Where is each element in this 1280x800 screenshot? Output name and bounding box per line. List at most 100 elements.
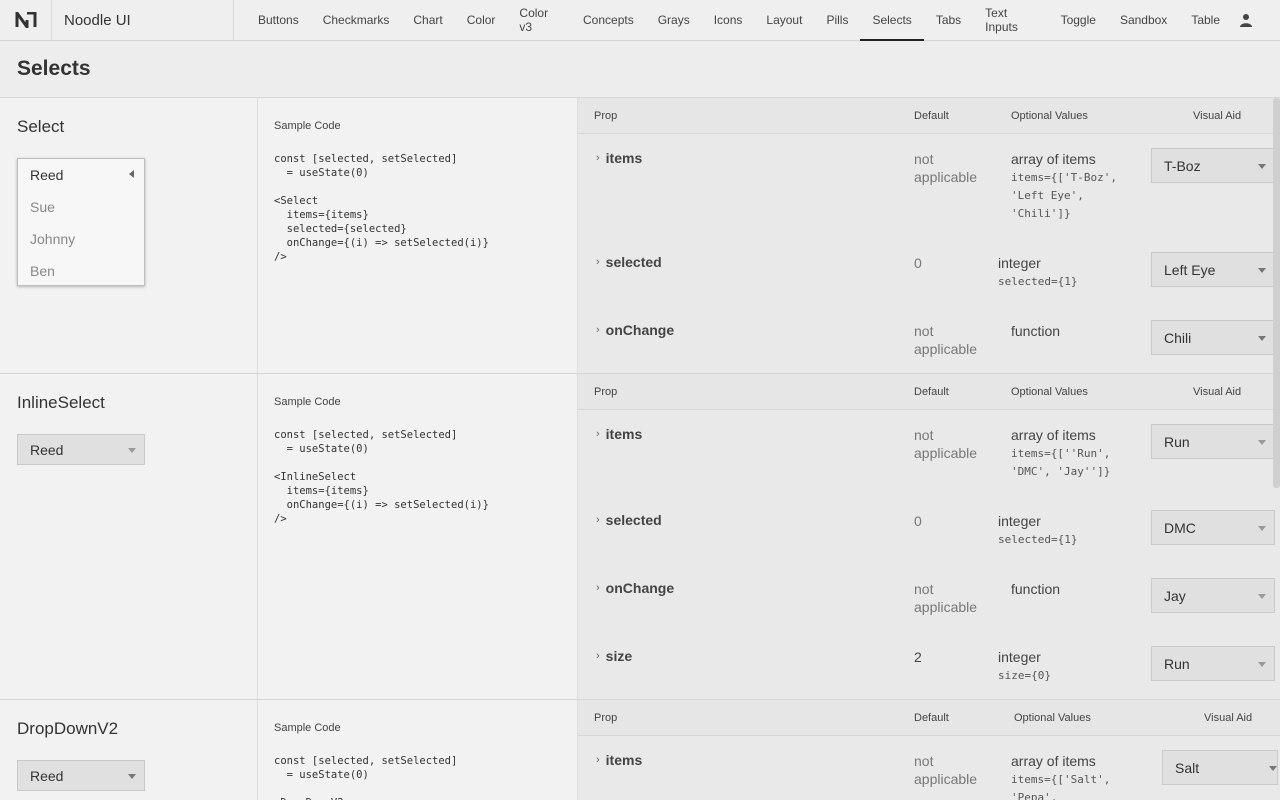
header-visual: Visual Aid (1193, 386, 1242, 398)
tab-grays[interactable]: Grays (646, 0, 702, 40)
prop-name[interactable]: › selected (596, 512, 662, 528)
section-dropdown-v2: DropDownV2 Reed Sample Code const [selec… (0, 700, 1280, 800)
prop-optional: integer selected={1} (998, 513, 1078, 546)
section-select: Select Reed Sue Johnny Ben Sample Code c… (0, 98, 1280, 374)
chevron-right-icon[interactable]: › (596, 428, 600, 440)
select-option[interactable]: Ben (18, 255, 144, 287)
tab-buttons[interactable]: Buttons (246, 0, 311, 40)
props-header: Prop Default Optional Values Visual Aid (578, 98, 1280, 134)
visual-aid-inline-select[interactable]: Run (1151, 424, 1275, 459)
select-option[interactable]: Johnny (18, 223, 144, 255)
caret-down-icon (1258, 662, 1266, 667)
user-icon[interactable] (1232, 0, 1260, 40)
props-table: Prop Default Optional Values Visual Aid … (578, 700, 1280, 800)
visual-aid-dropdown[interactable]: Left Eye (1151, 252, 1275, 287)
prop-default: 0 (914, 255, 922, 271)
visual-aid-inline-select[interactable]: DMC (1151, 510, 1275, 545)
chevron-right-icon[interactable]: › (596, 324, 600, 336)
props-table: Prop Default Optional Values Visual Aid … (578, 374, 1280, 699)
chevron-right-icon[interactable]: › (596, 754, 600, 766)
props-table: Prop Default Optional Values Visual Aid … (578, 98, 1280, 373)
header-visual: Visual Aid (1193, 110, 1242, 122)
chevron-right-icon[interactable]: › (596, 152, 600, 164)
inline-select[interactable]: Reed (17, 434, 145, 465)
visual-aid-inline-select[interactable]: Jay (1151, 578, 1275, 613)
visual-aid-dropdown[interactable]: Chili (1151, 320, 1275, 355)
prop-optional: integer size={0} (998, 649, 1051, 682)
prop-optional: array of items items={['T-Boz', 'Left Eye… (1011, 151, 1117, 220)
component-title: Select (17, 117, 65, 136)
caret-down-icon (128, 774, 136, 779)
prop-optional: array of items items={[''Run', 'DMC', 'Ja… (1011, 427, 1111, 478)
tab-concepts[interactable]: Concepts (571, 0, 646, 40)
tab-checkmarks[interactable]: Checkmarks (311, 0, 402, 40)
page-header: Selects (0, 41, 1280, 98)
section-inline-select: InlineSelect Reed Sample Code const [sel… (0, 374, 1280, 700)
select-option[interactable]: Reed (18, 159, 144, 191)
prop-default: 2 (914, 649, 922, 665)
prop-name[interactable]: › onChange (596, 580, 674, 596)
code-column: Sample Code const [selected, setSelected… (258, 98, 578, 373)
tab-toggle[interactable]: Toggle (1049, 0, 1108, 40)
tab-tabs[interactable]: Tabs (924, 0, 973, 40)
tab-icons[interactable]: Icons (702, 0, 755, 40)
chevron-right-icon[interactable]: › (596, 650, 600, 662)
sample-code-label: Sample Code (274, 120, 341, 132)
prop-default: not applicable (914, 581, 978, 615)
dropdown-v2[interactable]: Reed (17, 760, 145, 791)
select-listbox[interactable]: Reed Sue Johnny Ben (17, 158, 145, 286)
visual-aid-dropdown[interactable]: Salt (1162, 750, 1278, 785)
caret-down-icon (1258, 336, 1266, 341)
caret-down-icon (1258, 526, 1266, 531)
tab-color-v3[interactable]: Color v3 (507, 0, 571, 40)
noodle-logo-icon[interactable] (0, 0, 52, 40)
header-optional: Optional Values (1011, 110, 1088, 122)
tab-layout[interactable]: Layout (754, 0, 814, 40)
caret-down-icon (128, 448, 136, 453)
prop-optional: array of items items={['Salt', 'Pepa', (1011, 753, 1111, 800)
tab-color[interactable]: Color (455, 0, 508, 40)
select-option[interactable]: Sue (18, 191, 144, 223)
top-nav: Noodle UI Buttons Checkmarks Chart Color… (0, 0, 1280, 41)
code-column: Sample Code const [selected, setSelected… (258, 374, 578, 699)
header-default: Default (914, 110, 949, 122)
page-title: Selects (17, 57, 91, 80)
sample-code-label: Sample Code (274, 396, 341, 408)
header-optional: Optional Values (1011, 386, 1088, 398)
prop-name[interactable]: › items (596, 752, 642, 768)
collapse-arrow-icon[interactable] (129, 170, 134, 178)
tab-chart[interactable]: Chart (401, 0, 454, 40)
prop-default: not applicable (914, 753, 978, 787)
header-prop: Prop (594, 386, 618, 398)
prop-name[interactable]: › onChange (596, 322, 674, 338)
prop-default: 0 (914, 513, 922, 529)
prop-optional: function (1011, 581, 1061, 597)
chevron-right-icon[interactable]: › (596, 582, 600, 594)
component-column: DropDownV2 Reed (0, 700, 258, 800)
component-title: InlineSelect (17, 393, 105, 412)
scrollbar[interactable] (1273, 98, 1280, 488)
props-header: Prop Default Optional Values Visual Aid (578, 700, 1280, 736)
chevron-right-icon[interactable]: › (596, 514, 600, 526)
tab-selects[interactable]: Selects (860, 0, 925, 41)
prop-default: not applicable (914, 151, 978, 185)
visual-aid-inline-select[interactable]: Run (1151, 646, 1275, 681)
sample-code: const [selected, setSelected] = useState… (274, 755, 458, 800)
tab-sandbox[interactable]: Sandbox (1108, 0, 1179, 40)
header-prop: Prop (594, 110, 618, 122)
prop-default: not applicable (914, 323, 978, 357)
component-title: DropDownV2 (17, 719, 119, 738)
caret-down-icon (1258, 268, 1266, 273)
prop-name[interactable]: › size (596, 648, 632, 664)
sample-code: const [selected, setSelected] = useState… (274, 153, 489, 263)
prop-name[interactable]: › items (596, 426, 642, 442)
tab-text-inputs[interactable]: Text Inputs (973, 0, 1048, 40)
brand-name: Noodle UI (52, 0, 234, 40)
visual-aid-dropdown[interactable]: T-Boz (1151, 148, 1275, 183)
tab-pills[interactable]: Pills (814, 0, 860, 40)
prop-name[interactable]: › selected (596, 254, 662, 270)
prop-name[interactable]: › items (596, 150, 642, 166)
sample-code-label: Sample Code (274, 722, 341, 734)
tab-table[interactable]: Table (1179, 0, 1232, 40)
chevron-right-icon[interactable]: › (596, 256, 600, 268)
